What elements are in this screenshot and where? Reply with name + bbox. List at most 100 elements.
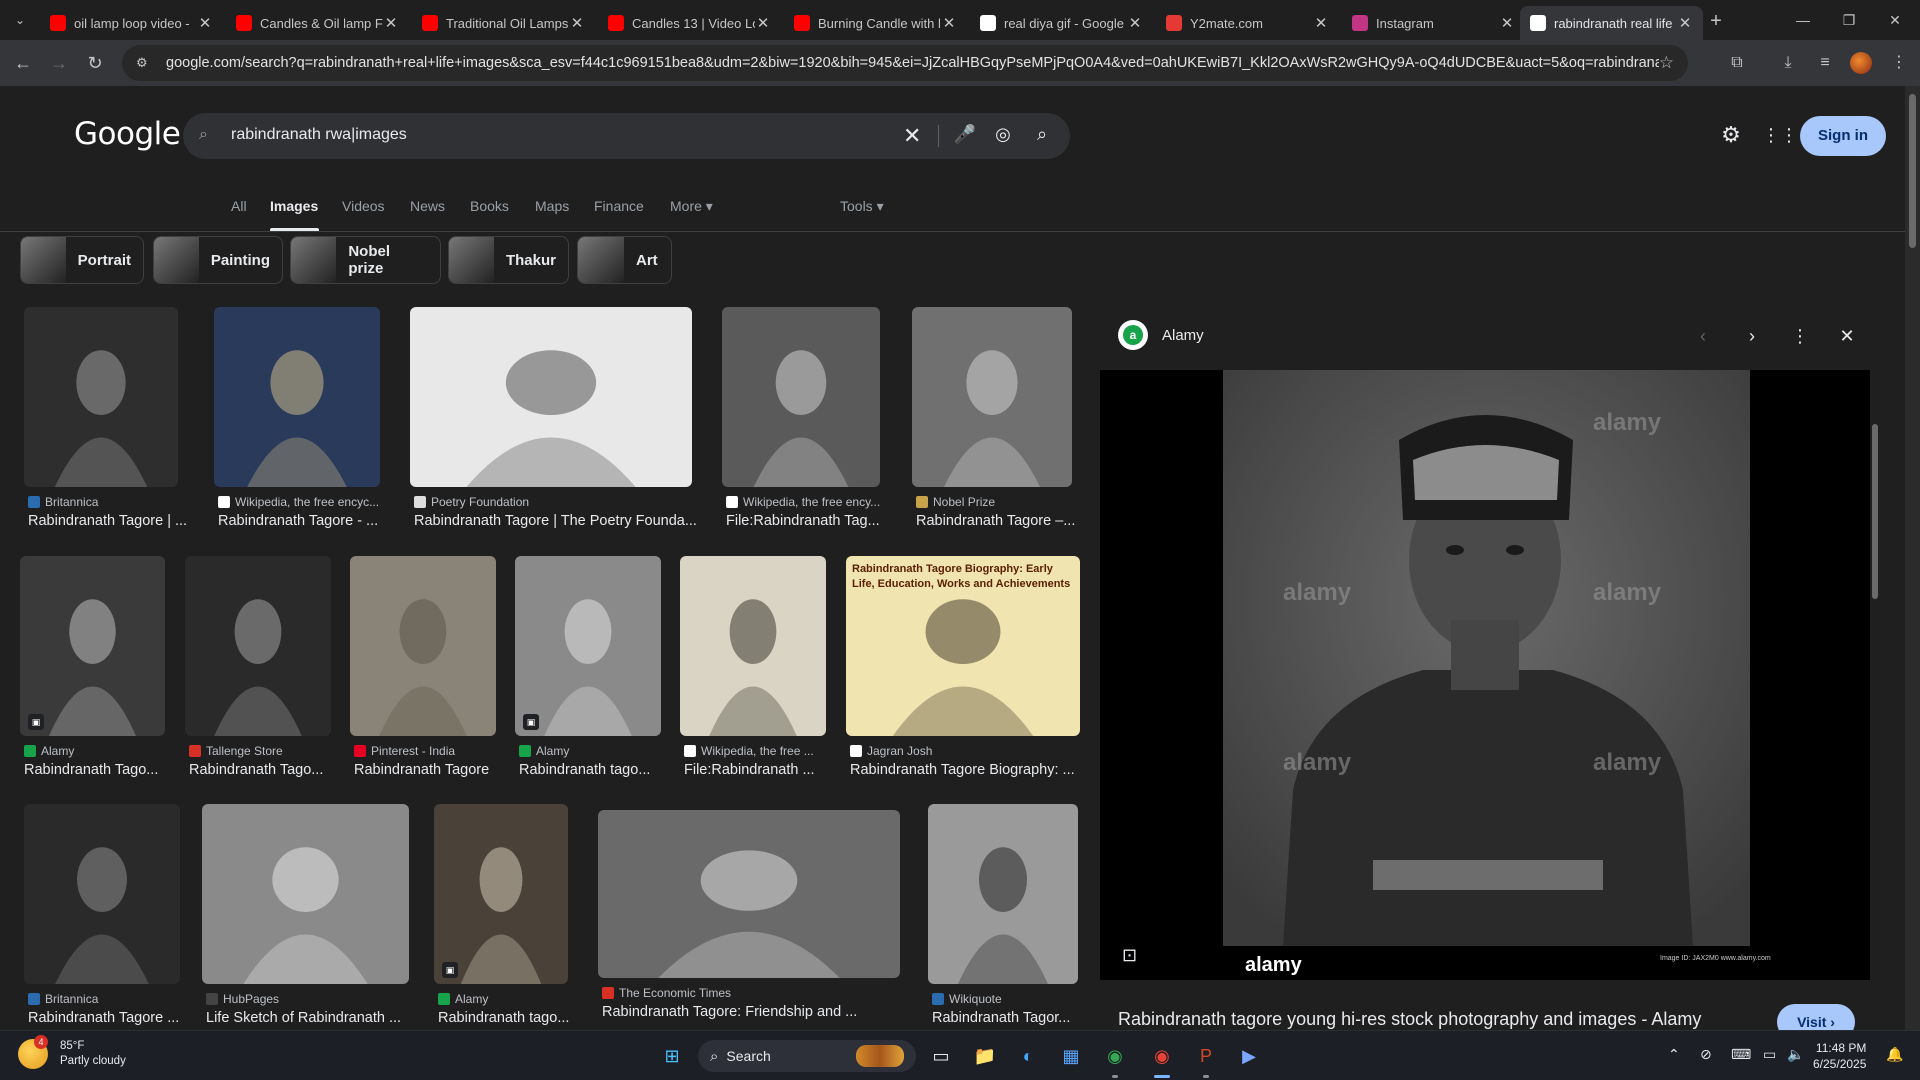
clock[interactable]: 11:48 PM 6/25/2025 bbox=[1813, 1040, 1866, 1072]
edge-icon[interactable]: ◐ bbox=[1012, 1040, 1044, 1072]
result-thumbnail[interactable] bbox=[680, 556, 826, 736]
result-thumbnail[interactable] bbox=[912, 307, 1072, 487]
tab-images[interactable]: Images bbox=[270, 198, 318, 214]
result-thumbnail[interactable] bbox=[598, 810, 900, 978]
result-thumbnail[interactable] bbox=[24, 307, 178, 487]
result-title[interactable]: Rabindranath Tagore | The Poetry Founda.… bbox=[414, 513, 706, 529]
result-thumbnail[interactable] bbox=[722, 307, 880, 487]
search-submit-icon[interactable]: ⌕ bbox=[1030, 124, 1054, 145]
result-thumbnail[interactable] bbox=[20, 556, 165, 736]
bookmark-star-icon[interactable]: ☆ bbox=[1659, 53, 1674, 73]
result-title[interactable]: Rabindranath Tagore bbox=[354, 762, 510, 778]
image-result[interactable]: Rabindranath Tagore Biography: Early Lif… bbox=[846, 556, 1080, 796]
result-source[interactable]: Britannica bbox=[28, 495, 98, 509]
volume-icon[interactable]: 🔈 bbox=[1787, 1046, 1804, 1063]
chip-portrait[interactable]: Portrait bbox=[20, 236, 144, 284]
scroll-thumb[interactable] bbox=[1909, 94, 1916, 248]
browser-tab[interactable]: real diya gif - Google ✕ bbox=[970, 6, 1153, 40]
tab-videos[interactable]: Videos bbox=[342, 198, 385, 214]
result-title[interactable]: Rabindranath Tagore Biography: ... bbox=[850, 762, 1094, 778]
result-thumbnail[interactable] bbox=[515, 556, 661, 736]
result-title[interactable]: Rabindranath Tago... bbox=[189, 762, 345, 778]
tab-all[interactable]: All bbox=[231, 198, 247, 214]
close-tab-icon[interactable]: ✕ bbox=[197, 14, 213, 32]
result-thumbnail[interactable] bbox=[202, 804, 409, 984]
back-button[interactable]: ← bbox=[8, 48, 38, 78]
result-thumbnail[interactable] bbox=[928, 804, 1078, 984]
page-scrollbar[interactable] bbox=[1905, 86, 1920, 1030]
image-result[interactable]: Poetry Foundation Rabindranath Tagore | T… bbox=[410, 307, 697, 547]
preview-scrollbar[interactable] bbox=[1870, 404, 1880, 1030]
result-thumbnail[interactable] bbox=[350, 556, 496, 736]
site-info-icon[interactable]: ⚙ bbox=[136, 55, 154, 71]
image-result[interactable]: Britannica Rabindranath Tagore | ... bbox=[24, 307, 187, 547]
result-source[interactable]: Wikipedia, the free encyc... bbox=[218, 495, 379, 509]
close-tab-icon[interactable]: ✕ bbox=[1499, 14, 1515, 32]
keyboard-icon[interactable]: ⌨ bbox=[1731, 1046, 1751, 1063]
close-tab-icon[interactable]: ✕ bbox=[755, 14, 771, 32]
tab-more[interactable]: More ▾ bbox=[670, 198, 713, 215]
extensions-icon[interactable]: ⧉ bbox=[1722, 48, 1752, 78]
scroll-thumb[interactable] bbox=[1872, 424, 1878, 599]
forward-button[interactable]: → bbox=[44, 48, 74, 78]
result-source[interactable]: Alamy bbox=[438, 992, 488, 1006]
image-result[interactable]: ▣ Alamy Rabindranath tago... bbox=[434, 804, 569, 1030]
microsoft-store-icon[interactable]: ▦ bbox=[1055, 1040, 1087, 1072]
reload-button[interactable]: ↻ bbox=[80, 48, 110, 78]
search-bar[interactable]: ⌕ rabindranath rwa|images ✕ 🎤 ◎ ⌕ bbox=[183, 113, 1070, 159]
browser-tab[interactable]: Instagram ✕ bbox=[1342, 6, 1525, 40]
next-image-icon[interactable]: › bbox=[1738, 322, 1766, 350]
weather-widget[interactable]: 4 85°F Partly cloudy bbox=[18, 1035, 126, 1069]
previous-image-icon[interactable]: ‹ bbox=[1689, 322, 1717, 350]
result-title[interactable]: Rabindranath Tagor... bbox=[932, 1010, 1092, 1026]
result-title[interactable]: Rabindranath tago... bbox=[438, 1010, 582, 1026]
preview-image-area[interactable]: alamy alamy alamy alamy alamy alamy Imag… bbox=[1100, 370, 1870, 980]
result-title[interactable]: File:Rabindranath ... bbox=[684, 762, 840, 778]
result-title[interactable]: Rabindranath tago... bbox=[519, 762, 675, 778]
image-result[interactable]: The Economic Times Rabindranath Tagore: F… bbox=[598, 810, 900, 1030]
chrome-profile-icon[interactable]: ◉ bbox=[1146, 1040, 1178, 1072]
result-source[interactable]: Alamy bbox=[24, 744, 74, 758]
voice-search-icon[interactable]: 🎤 bbox=[953, 124, 977, 145]
search-input[interactable]: rabindranath rwa|images bbox=[231, 126, 407, 144]
network-off-icon[interactable]: ⊘ bbox=[1700, 1046, 1712, 1063]
result-title[interactable]: Life Sketch of Rabindranath ... bbox=[206, 1010, 423, 1026]
browser-tab[interactable]: Y2mate.com ✕ bbox=[1156, 6, 1339, 40]
visit-button[interactable]: Visit › bbox=[1777, 1004, 1855, 1030]
tab-books[interactable]: Books bbox=[470, 198, 509, 214]
preview-title[interactable]: Rabindranath tagore young hi-res stock p… bbox=[1118, 1009, 1701, 1030]
result-title[interactable]: Rabindranath Tagore: Friendship and ... bbox=[602, 1004, 914, 1020]
browser-tab[interactable]: Burning Candle with l ✕ bbox=[784, 6, 967, 40]
chip-painting[interactable]: Painting bbox=[153, 236, 283, 284]
image-result[interactable]: Pinterest - India Rabindranath Tagore bbox=[350, 556, 496, 796]
tab-maps[interactable]: Maps bbox=[535, 198, 569, 214]
downloads-icon[interactable]: ⤓ bbox=[1773, 48, 1803, 78]
close-preview-icon[interactable]: ✕ bbox=[1833, 322, 1861, 350]
preview-image[interactable]: alamy alamy alamy alamy alamy bbox=[1223, 370, 1750, 946]
result-title[interactable]: File:Rabindranath Tag... bbox=[726, 513, 894, 529]
browser-menu-icon[interactable]: ⋮ bbox=[1884, 48, 1914, 78]
profile-avatar[interactable] bbox=[1850, 52, 1872, 74]
browser-tab[interactable]: Candles & Oil lamp Fi ✕ bbox=[226, 6, 409, 40]
url-text[interactable]: google.com/search?q=rabindranath+real+li… bbox=[166, 55, 1659, 71]
media-player-icon[interactable]: ▶ bbox=[1233, 1040, 1265, 1072]
image-result[interactable]: Britannica Rabindranath Tagore ... bbox=[24, 804, 180, 1030]
powerpoint-icon[interactable]: P bbox=[1190, 1040, 1222, 1072]
result-source[interactable]: Nobel Prize bbox=[916, 495, 995, 509]
google-logo[interactable]: Google bbox=[74, 116, 181, 152]
browser-tab[interactable]: rabindranath real life ✕ bbox=[1520, 6, 1703, 40]
result-thumbnail[interactable] bbox=[214, 307, 380, 487]
image-result[interactable]: ▣ Alamy Rabindranath Tago... bbox=[20, 556, 165, 796]
close-tab-icon[interactable]: ✕ bbox=[569, 14, 585, 32]
clear-search-icon[interactable]: ✕ bbox=[903, 123, 921, 149]
address-bar[interactable]: ⚙ google.com/search?q=rabindranath+real+… bbox=[122, 45, 1688, 81]
task-view-icon[interactable]: ▭ bbox=[925, 1040, 957, 1072]
show-hidden-icons[interactable]: ⌃ bbox=[1668, 1046, 1680, 1063]
result-source[interactable]: Wikipedia, the free ency... bbox=[726, 495, 880, 509]
tab-news[interactable]: News bbox=[410, 198, 445, 214]
close-tab-icon[interactable]: ✕ bbox=[941, 14, 957, 32]
settings-gear-icon[interactable]: ⚙ bbox=[1718, 122, 1744, 148]
preview-source-name[interactable]: Alamy bbox=[1162, 327, 1204, 344]
image-result[interactable]: Wikipedia, the free ency... File:Rabindra… bbox=[722, 307, 880, 547]
sign-in-button[interactable]: Sign in bbox=[1800, 116, 1886, 156]
